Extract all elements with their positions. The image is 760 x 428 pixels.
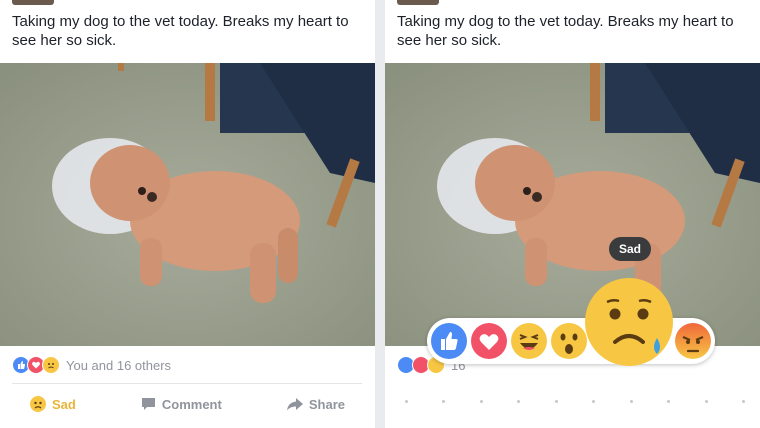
post-photo[interactable] — [0, 63, 375, 346]
reaction-summary[interactable]: You and 16 others — [12, 356, 171, 374]
reaction-count-text: You and 16 others — [66, 357, 172, 373]
love-icon[interactable] — [471, 323, 507, 359]
post-card-left: Taking my dog to the vet today. Breaks m… — [0, 0, 375, 428]
divider — [12, 383, 362, 384]
post-text: Taking my dog to the vet today. Breaks m… — [397, 13, 734, 49]
post-photo[interactable] — [385, 63, 760, 346]
share-label: Share — [308, 396, 345, 412]
haha-icon[interactable] — [511, 323, 547, 359]
comment-label: Comment — [161, 396, 222, 412]
like-icon[interactable] — [431, 323, 467, 359]
sad-icon[interactable] — [585, 278, 673, 366]
reaction-picker — [427, 278, 715, 366]
reaction-tooltip: Sad — [609, 237, 651, 261]
avatar[interactable] — [12, 0, 54, 5]
sad-icon — [42, 356, 60, 374]
sad-label: Sad — [52, 396, 76, 412]
sad-icon — [30, 396, 46, 412]
wow-icon[interactable] — [551, 323, 587, 359]
comment-button[interactable]: Comment — [141, 397, 222, 412]
post-text: Taking my dog to the vet today. Breaks m… — [12, 13, 349, 49]
share-button[interactable]: Share — [286, 396, 345, 412]
comment-icon — [141, 398, 155, 410]
angry-icon[interactable] — [675, 323, 711, 359]
share-icon — [286, 397, 303, 410]
action-placeholder-dots — [405, 400, 745, 408]
post-actions: Sad Comment Share — [0, 386, 375, 422]
avatar[interactable] — [397, 0, 439, 5]
sad-reaction-button[interactable]: Sad — [30, 396, 76, 412]
post-card-right: Taking my dog to the vet today. Breaks m… — [385, 0, 760, 428]
